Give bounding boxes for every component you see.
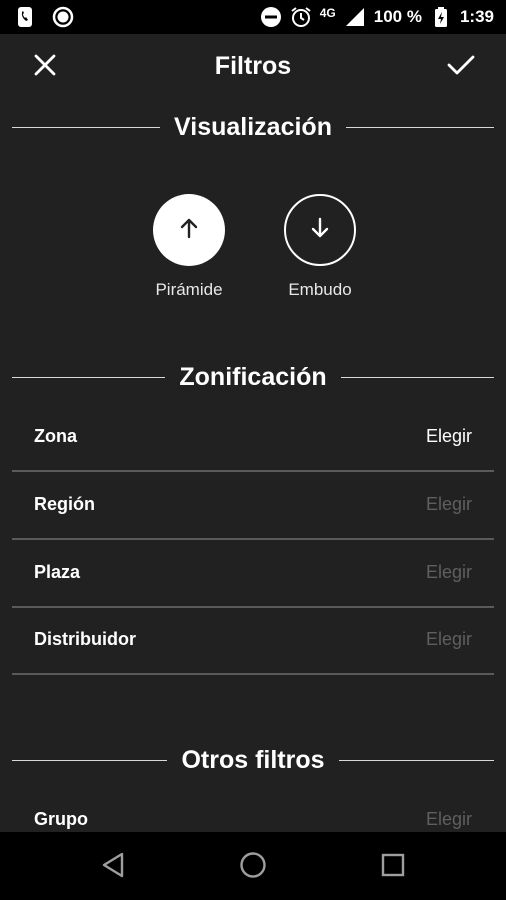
home-icon [239, 851, 267, 884]
filter-row-distribuidor[interactable]: Distribuidor Elegir [12, 607, 494, 675]
divider [12, 376, 166, 378]
filter-name: Grupo [34, 809, 88, 829]
battery-percent: 100 % [373, 7, 422, 26]
section-title: Visualización [174, 112, 332, 141]
filter-row-zona[interactable]: Zona Elegir [12, 404, 494, 472]
filter-name: Distribuidor [34, 629, 136, 649]
section-title: Zonificación [179, 362, 327, 391]
page-title: Filtros [214, 52, 292, 80]
battery-charging-icon [430, 6, 452, 28]
status-bar: 4G 100 % 1:39 [0, 0, 506, 34]
choose-region-button[interactable]: Elegir [426, 494, 472, 515]
divider [340, 376, 495, 378]
choose-grupo-button[interactable]: Elegir [426, 809, 472, 830]
divider [345, 126, 494, 128]
status-left [14, 6, 74, 28]
arrow-up-icon [177, 216, 201, 245]
home-button[interactable] [238, 851, 268, 884]
option-embudo[interactable]: Embudo [270, 194, 370, 300]
navigation-bar [0, 832, 506, 900]
divider [12, 126, 161, 128]
status-right: 4G 100 % 1:39 [260, 6, 494, 28]
divider [12, 759, 168, 761]
check-icon [447, 54, 475, 81]
section-title: Otros filtros [181, 745, 325, 774]
section-zonificacion: Zonificación [12, 360, 495, 394]
top-bar: Filtros [0, 34, 506, 100]
back-icon [100, 851, 126, 884]
filter-name: Plaza [34, 562, 81, 582]
section-otros-filtros: Otros filtros [12, 743, 495, 777]
choose-plaza-button[interactable]: Elegir [426, 562, 472, 583]
section-visualizacion: Visualización [12, 110, 494, 144]
signal-icon [344, 6, 366, 28]
filters-screen: Filtros Visualización Pirámide Embudo Zo… [0, 34, 506, 832]
choose-distribuidor-button[interactable]: Elegir [426, 629, 472, 650]
filter-row-region[interactable]: Región Elegir [12, 472, 494, 540]
phone-icon [14, 6, 36, 28]
apply-button[interactable] [444, 50, 478, 84]
back-button[interactable] [98, 852, 128, 882]
do-not-disturb-icon [260, 6, 282, 28]
filter-name: Zona [34, 426, 77, 446]
choose-zona-button[interactable]: Elegir [426, 426, 472, 447]
recents-icon [380, 852, 406, 883]
recents-button[interactable] [378, 852, 408, 882]
clock: 1:39 [459, 7, 494, 26]
arrow-down-icon [308, 216, 332, 245]
record-icon [52, 6, 74, 28]
filter-name: Región [34, 494, 95, 514]
option-piramide-circle[interactable] [153, 194, 225, 266]
option-embudo-circle[interactable] [284, 194, 356, 266]
option-label: Pirámide [155, 280, 223, 299]
option-piramide[interactable]: Pirámide [139, 194, 239, 300]
visualization-options: Pirámide Embudo [0, 194, 506, 314]
divider [338, 759, 495, 761]
network-type: 4G [319, 6, 336, 20]
filter-row-plaza[interactable]: Plaza Elegir [12, 540, 494, 608]
alarm-icon [290, 6, 312, 28]
option-label: Embudo [288, 280, 352, 299]
filter-row-grupo[interactable]: Grupo Elegir [12, 787, 494, 832]
